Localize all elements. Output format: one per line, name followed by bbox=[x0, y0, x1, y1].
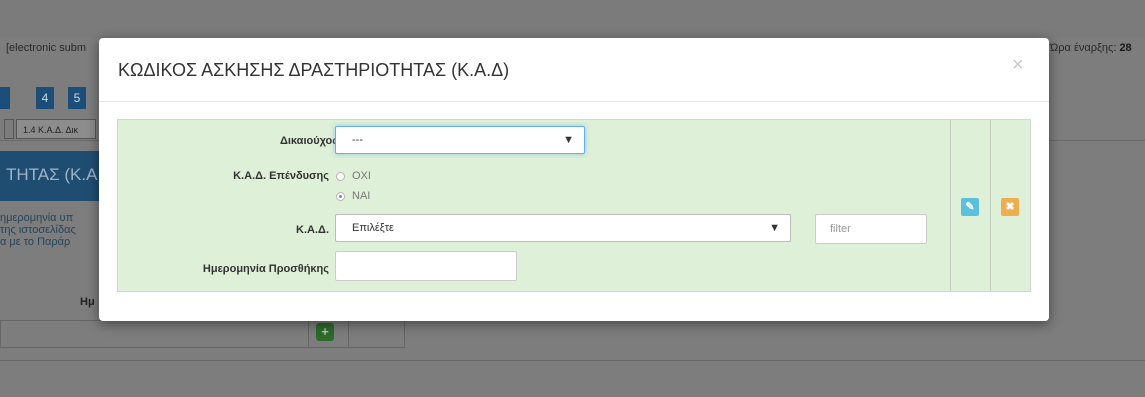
close-icon[interactable]: × bbox=[1012, 54, 1024, 77]
beneficiary-label: Δικαιούχος bbox=[279, 135, 338, 147]
modal-header: ΚΩΔΙΚΟΣ ΑΣΚΗΣΗΣ ΔΡΑΣΤΗΡΙΟΤΗΤΑΣ (Κ.Α.Δ) × bbox=[99, 38, 1049, 102]
radio-yes-label: ΝΑΙ bbox=[352, 190, 371, 202]
investment-kad-label: Κ.Α.Δ. Επένδυσης bbox=[233, 170, 329, 182]
kad-select[interactable]: Επιλέξτε ▼ bbox=[335, 214, 791, 242]
table-cell-divider bbox=[308, 320, 309, 348]
plus-circle-icon[interactable]: + bbox=[316, 323, 334, 341]
step-button-prev[interactable] bbox=[0, 87, 10, 109]
start-time-value: 28 bbox=[1119, 42, 1132, 54]
start-time-label: Ώρα έναρξης: bbox=[1050, 42, 1117, 54]
panel-divider bbox=[950, 120, 951, 291]
description-line-1: ημερομηνία υπ bbox=[0, 212, 74, 224]
description-line-3: α με το Παράρ bbox=[0, 236, 71, 248]
step-button-4[interactable]: 4 bbox=[36, 87, 54, 109]
edit-icon[interactable]: ✎ bbox=[961, 198, 979, 216]
divider bbox=[0, 360, 1145, 361]
section-description: ημερομηνία υπ της ιστοσελίδας α με το Πα… bbox=[0, 212, 76, 248]
modal-title: ΚΩΔΙΚΟΣ ΑΣΚΗΣΗΣ ΔΡΑΣΤΗΡΙΟΤΗΤΑΣ (Κ.Α.Δ) bbox=[118, 60, 510, 80]
description-line-2: της ιστοσελίδας bbox=[0, 224, 76, 236]
filter-input[interactable]: filter bbox=[815, 214, 927, 244]
step-button-5[interactable]: 5 bbox=[68, 87, 86, 109]
section-heading: ΤΗΤΑΣ (Κ.Α bbox=[0, 151, 100, 201]
tab-previous[interactable] bbox=[4, 119, 14, 139]
date-added-label: Ημερομηνία Προσθήκης bbox=[202, 263, 329, 275]
kad-label: Κ.Α.Δ. bbox=[296, 224, 329, 236]
table-header-date: Ημ bbox=[80, 296, 95, 308]
caret-down-icon: ▼ bbox=[769, 222, 780, 234]
electronic-submission-text: [electronic subm bbox=[6, 42, 87, 54]
radio-yes[interactable] bbox=[336, 192, 345, 201]
kad-modal-dialog: ΚΩΔΙΚΟΣ ΑΣΚΗΣΗΣ ΔΡΑΣΤΗΡΙΟΤΗΤΑΣ (Κ.Α.Δ) ×… bbox=[99, 38, 1049, 321]
beneficiary-select[interactable]: --- ▼ bbox=[335, 126, 585, 154]
close-icon[interactable]: ✖ bbox=[1001, 198, 1019, 216]
radio-no-label: ΟΧΙ bbox=[352, 170, 371, 182]
tab-kad-beneficiary[interactable]: 1.4 Κ.Α.Δ. Δικ bbox=[16, 119, 96, 139]
panel-divider bbox=[990, 120, 991, 291]
kad-select-value: Επιλέξτε bbox=[352, 222, 394, 234]
table-cell-divider bbox=[348, 320, 349, 348]
date-added-input[interactable] bbox=[335, 251, 517, 281]
top-bar bbox=[0, 0, 1145, 38]
radio-no[interactable] bbox=[336, 172, 345, 181]
start-time-text: Ώρα έναρξης: 28 bbox=[1050, 42, 1132, 54]
kad-form-panel: Δικαιούχος --- ▼ Κ.Α.Δ. Επένδυσης ΟΧΙ ΝΑ… bbox=[117, 119, 1031, 292]
beneficiary-select-value: --- bbox=[352, 134, 363, 146]
table-row bbox=[0, 320, 405, 348]
caret-down-icon: ▼ bbox=[563, 134, 574, 146]
section-heading-text: ΤΗΤΑΣ (Κ.Α bbox=[6, 165, 98, 184]
